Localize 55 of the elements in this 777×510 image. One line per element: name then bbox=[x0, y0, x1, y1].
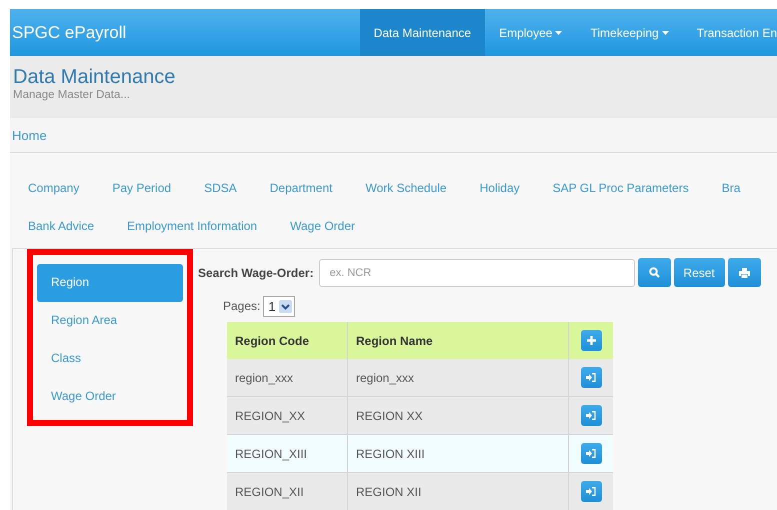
brand-title[interactable]: SPGC ePayroll bbox=[10, 22, 126, 42]
search-field[interactable]: ex. NCR bbox=[318, 258, 635, 286]
menu-tab[interactable]: Holiday bbox=[480, 181, 520, 219]
menu-tab[interactable]: SAP GL Proc Parameters bbox=[552, 181, 689, 219]
table-cell: REGION XIII bbox=[348, 434, 568, 472]
sign-in-icon bbox=[586, 373, 596, 382]
chevron-down-icon bbox=[278, 300, 292, 312]
menu-tab[interactable]: Bra bbox=[722, 181, 740, 219]
menu-tab[interactable]: SDSA bbox=[204, 181, 237, 219]
search-label: Search Wage-Order: bbox=[198, 266, 314, 280]
pages-select[interactable]: 1 bbox=[263, 296, 295, 316]
sign-in-icon bbox=[586, 449, 596, 458]
search-button[interactable] bbox=[638, 258, 671, 287]
menu-tab[interactable]: Pay Period bbox=[112, 181, 172, 219]
nav-item[interactable]: Employee bbox=[485, 9, 576, 56]
menu-tab[interactable]: Employment Information bbox=[127, 219, 258, 248]
table-cell: REGION XX bbox=[348, 396, 568, 434]
nav-item[interactable]: Transaction En bbox=[682, 9, 777, 56]
sidebar-item[interactable]: Class bbox=[37, 340, 183, 378]
nav-item[interactable]: Data Maintenance bbox=[360, 9, 486, 56]
table-cell: REGION XII bbox=[348, 472, 568, 510]
open-button[interactable] bbox=[580, 481, 602, 502]
menu-tab[interactable]: Work Schedule bbox=[365, 181, 447, 219]
print-button[interactable] bbox=[728, 258, 761, 287]
open-button[interactable] bbox=[580, 443, 602, 464]
table-cell: REGION_XX bbox=[227, 396, 348, 434]
caret-icon bbox=[662, 30, 669, 34]
column-header: Region Name bbox=[348, 322, 568, 359]
sidebar-item[interactable]: Region Area bbox=[37, 302, 183, 340]
menu-tab[interactable]: Department bbox=[270, 181, 332, 219]
table-cell: REGION_XII bbox=[227, 472, 348, 510]
sidebar-item[interactable]: Region bbox=[37, 264, 183, 302]
sidebar-item[interactable]: Wage Order bbox=[37, 378, 183, 416]
open-button[interactable] bbox=[580, 367, 602, 388]
pages-label: Pages: bbox=[223, 299, 260, 313]
table-cell: region_xxx bbox=[348, 359, 568, 396]
caret-icon bbox=[555, 30, 562, 34]
page-title: Data Maintenance bbox=[13, 66, 176, 89]
table-cell: REGION_XIII bbox=[227, 434, 348, 472]
menu-tab[interactable]: Wage Order bbox=[290, 219, 356, 248]
nav-item[interactable]: Timekeeping bbox=[576, 9, 683, 56]
plus-icon bbox=[586, 336, 596, 345]
menu-tab[interactable]: Bank Advice bbox=[28, 219, 94, 248]
page-subtitle: Manage Master Data... bbox=[13, 89, 131, 101]
breadcrumb-link[interactable]: Home bbox=[12, 128, 47, 142]
print-icon bbox=[738, 268, 750, 278]
search-icon bbox=[648, 267, 660, 278]
menu-tab[interactable]: Company bbox=[28, 181, 80, 219]
column-header: Region Code bbox=[227, 322, 348, 359]
open-button[interactable] bbox=[580, 405, 602, 426]
reset-button[interactable]: Reset bbox=[674, 258, 725, 287]
table-cell: region_xxx bbox=[227, 359, 348, 396]
sign-in-icon bbox=[586, 411, 596, 420]
sign-in-icon bbox=[586, 487, 596, 496]
add-button[interactable] bbox=[580, 330, 602, 351]
